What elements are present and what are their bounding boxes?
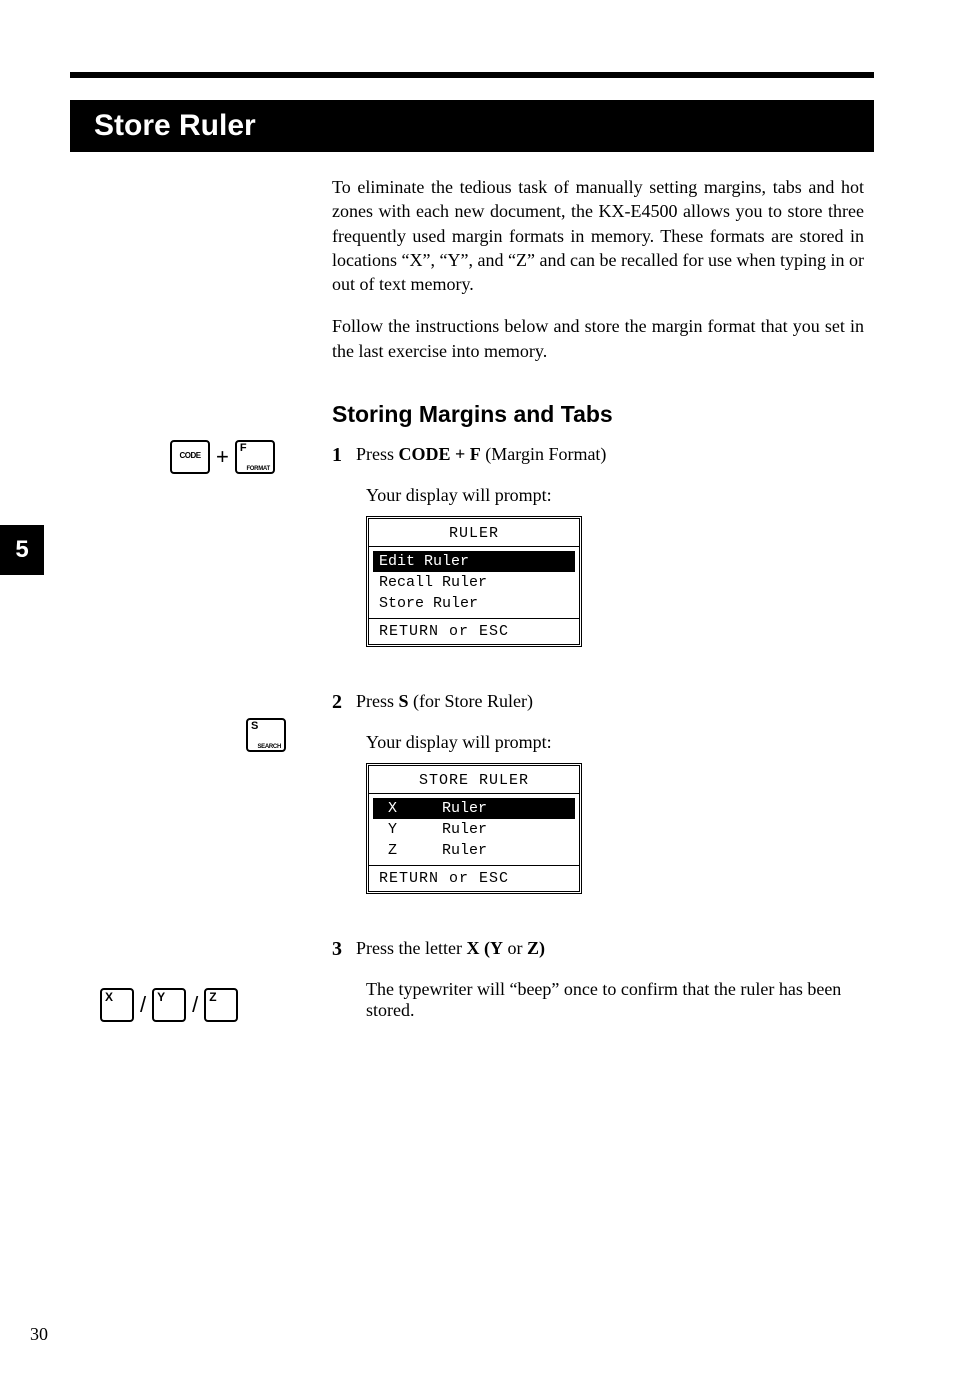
screen-row: Z Ruler — [369, 840, 579, 861]
chapter-tab: 5 — [0, 525, 44, 575]
screen-ruler-menu: RULER Edit Ruler Recall Ruler Store Rule… — [366, 516, 582, 647]
key-x: X — [100, 988, 134, 1022]
screen-row: Recall Ruler — [369, 572, 579, 593]
step-2-prompt: Your display will prompt: — [366, 732, 864, 753]
step-text: Press CODE + F (Margin Format) — [356, 444, 606, 464]
step-number: 1 — [332, 444, 352, 467]
intro-paragraph-1: To eliminate the tedious task of manuall… — [332, 175, 864, 296]
key-code: CODE — [170, 440, 210, 474]
step-2: 2 Press S (for Store Ruler) — [332, 691, 864, 714]
step-3-result: The typewriter will “beep” once to confi… — [366, 979, 864, 1021]
slash-icon: / — [140, 992, 146, 1018]
step-number: 3 — [332, 938, 352, 961]
intro-paragraph-2: Follow the instructions below and store … — [332, 314, 864, 363]
key-y: Y — [152, 988, 186, 1022]
screen-store-ruler: STORE RULER X Ruler Y Ruler Z Ruler RETU… — [366, 763, 582, 894]
screen-footer: RETURN or ESC — [369, 619, 579, 644]
body-column: To eliminate the tedious task of manuall… — [332, 175, 864, 1021]
top-rule — [70, 72, 874, 78]
step-text: Press the letter X (Y or Z) — [356, 938, 545, 958]
page-number: 30 — [30, 1324, 48, 1345]
step-1-prompt: Your display will prompt: — [366, 485, 864, 506]
step-number: 2 — [332, 691, 352, 714]
keys-s: S SEARCH — [246, 718, 306, 752]
subheading: Storing Margins and Tabs — [332, 401, 864, 428]
screen-row: Y Ruler — [369, 819, 579, 840]
screen-row: X Ruler — [373, 798, 575, 819]
screen-title: STORE RULER — [369, 766, 579, 793]
slash-icon: / — [192, 992, 198, 1018]
screen-row: Store Ruler — [369, 593, 579, 614]
keys-x-y-z: X / Y / Z — [100, 988, 310, 1022]
screen-footer: RETURN or ESC — [369, 866, 579, 891]
key-z: Z — [204, 988, 238, 1022]
section-header: Store Ruler — [70, 100, 874, 152]
screen-title: RULER — [369, 519, 579, 546]
plus-icon: + — [216, 444, 229, 470]
key-f: F FORMAT — [235, 440, 275, 474]
step-3: 3 Press the letter X (Y or Z) — [332, 938, 864, 961]
step-1: 1 Press CODE + F (Margin Format) — [332, 444, 864, 467]
key-s: S SEARCH — [246, 718, 286, 752]
screen-row: Edit Ruler — [373, 551, 575, 572]
step-text: Press S (for Store Ruler) — [356, 691, 533, 711]
keys-code-plus-f: CODE + F FORMAT — [170, 440, 310, 474]
manual-page: Store Ruler 5 CODE + F FORMAT S SEARCH X… — [0, 0, 954, 1375]
